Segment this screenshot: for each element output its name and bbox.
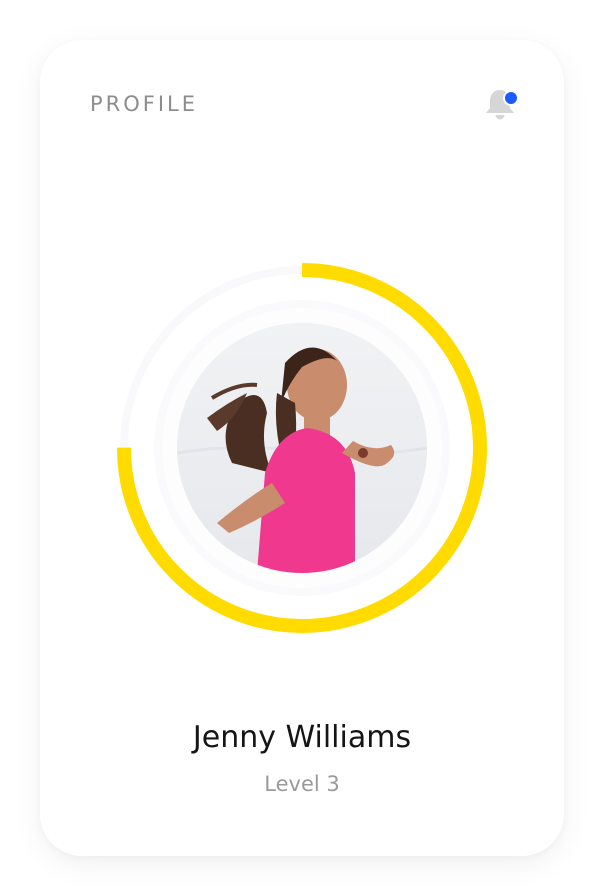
page-title: PROFILE: [90, 92, 199, 116]
runner-photo: [177, 323, 427, 573]
profile-photo[interactable]: [177, 323, 427, 573]
profile-name: Jenny Williams: [192, 720, 412, 755]
profile-card: PROFILE Jenny Williams Level 3: [40, 40, 564, 856]
profile-level: Level 3: [264, 772, 340, 796]
notification-badge: [503, 90, 519, 106]
